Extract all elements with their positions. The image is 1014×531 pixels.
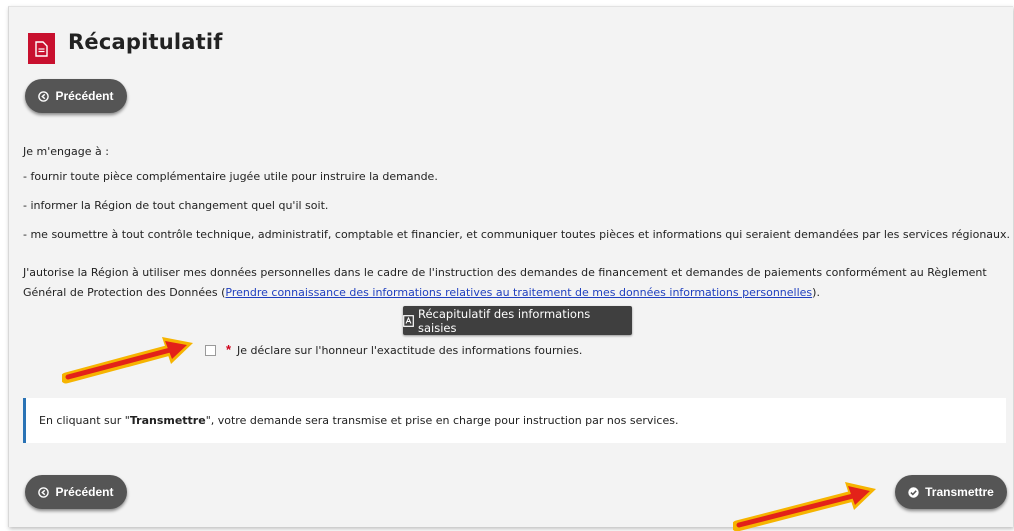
info-callout: En cliquant sur "Transmettre", votre dem… <box>23 398 1006 443</box>
check-circle-icon <box>908 486 919 498</box>
submit-button-label: Transmettre <box>925 485 994 499</box>
arrow-left-circle-icon <box>38 90 50 102</box>
arrow-left-circle-icon <box>38 486 50 498</box>
summary-pdf-button[interactable]: Récapitulatif des informations saisies <box>403 306 632 335</box>
commitment-item: - fournir toute pièce complémentaire jug… <box>23 170 438 183</box>
previous-button-top[interactable]: Précédent <box>25 79 127 113</box>
commitments-intro: Je m'engage à : <box>23 145 109 158</box>
summary-pdf-label: Récapitulatif des informations saisies <box>418 306 591 335</box>
info-text: En cliquant sur "Transmettre", votre dem… <box>39 414 679 427</box>
submit-button[interactable]: Transmettre <box>895 475 1007 509</box>
document-icon <box>28 33 55 64</box>
commitment-item: - informer la Région de tout changement … <box>23 199 329 212</box>
required-star: * <box>226 342 232 357</box>
page-title: Récapitulatif <box>68 30 223 54</box>
previous-button-label: Précédent <box>55 89 114 103</box>
pdf-icon <box>403 314 414 327</box>
declaration-label: Je déclare sur l'honneur l'exactitude de… <box>237 344 583 357</box>
previous-button-bottom[interactable]: Précédent <box>25 475 127 509</box>
commitment-item: - me soumettre à tout contrôle technique… <box>23 228 1011 241</box>
rgpd-consent-text: J'autorise la Région à utiliser mes donn… <box>23 266 987 299</box>
declaration-checkbox[interactable] <box>205 345 216 356</box>
previous-button-label: Précédent <box>55 485 114 499</box>
rgpd-info-link[interactable]: Prendre connaissance des informations re… <box>225 286 812 299</box>
